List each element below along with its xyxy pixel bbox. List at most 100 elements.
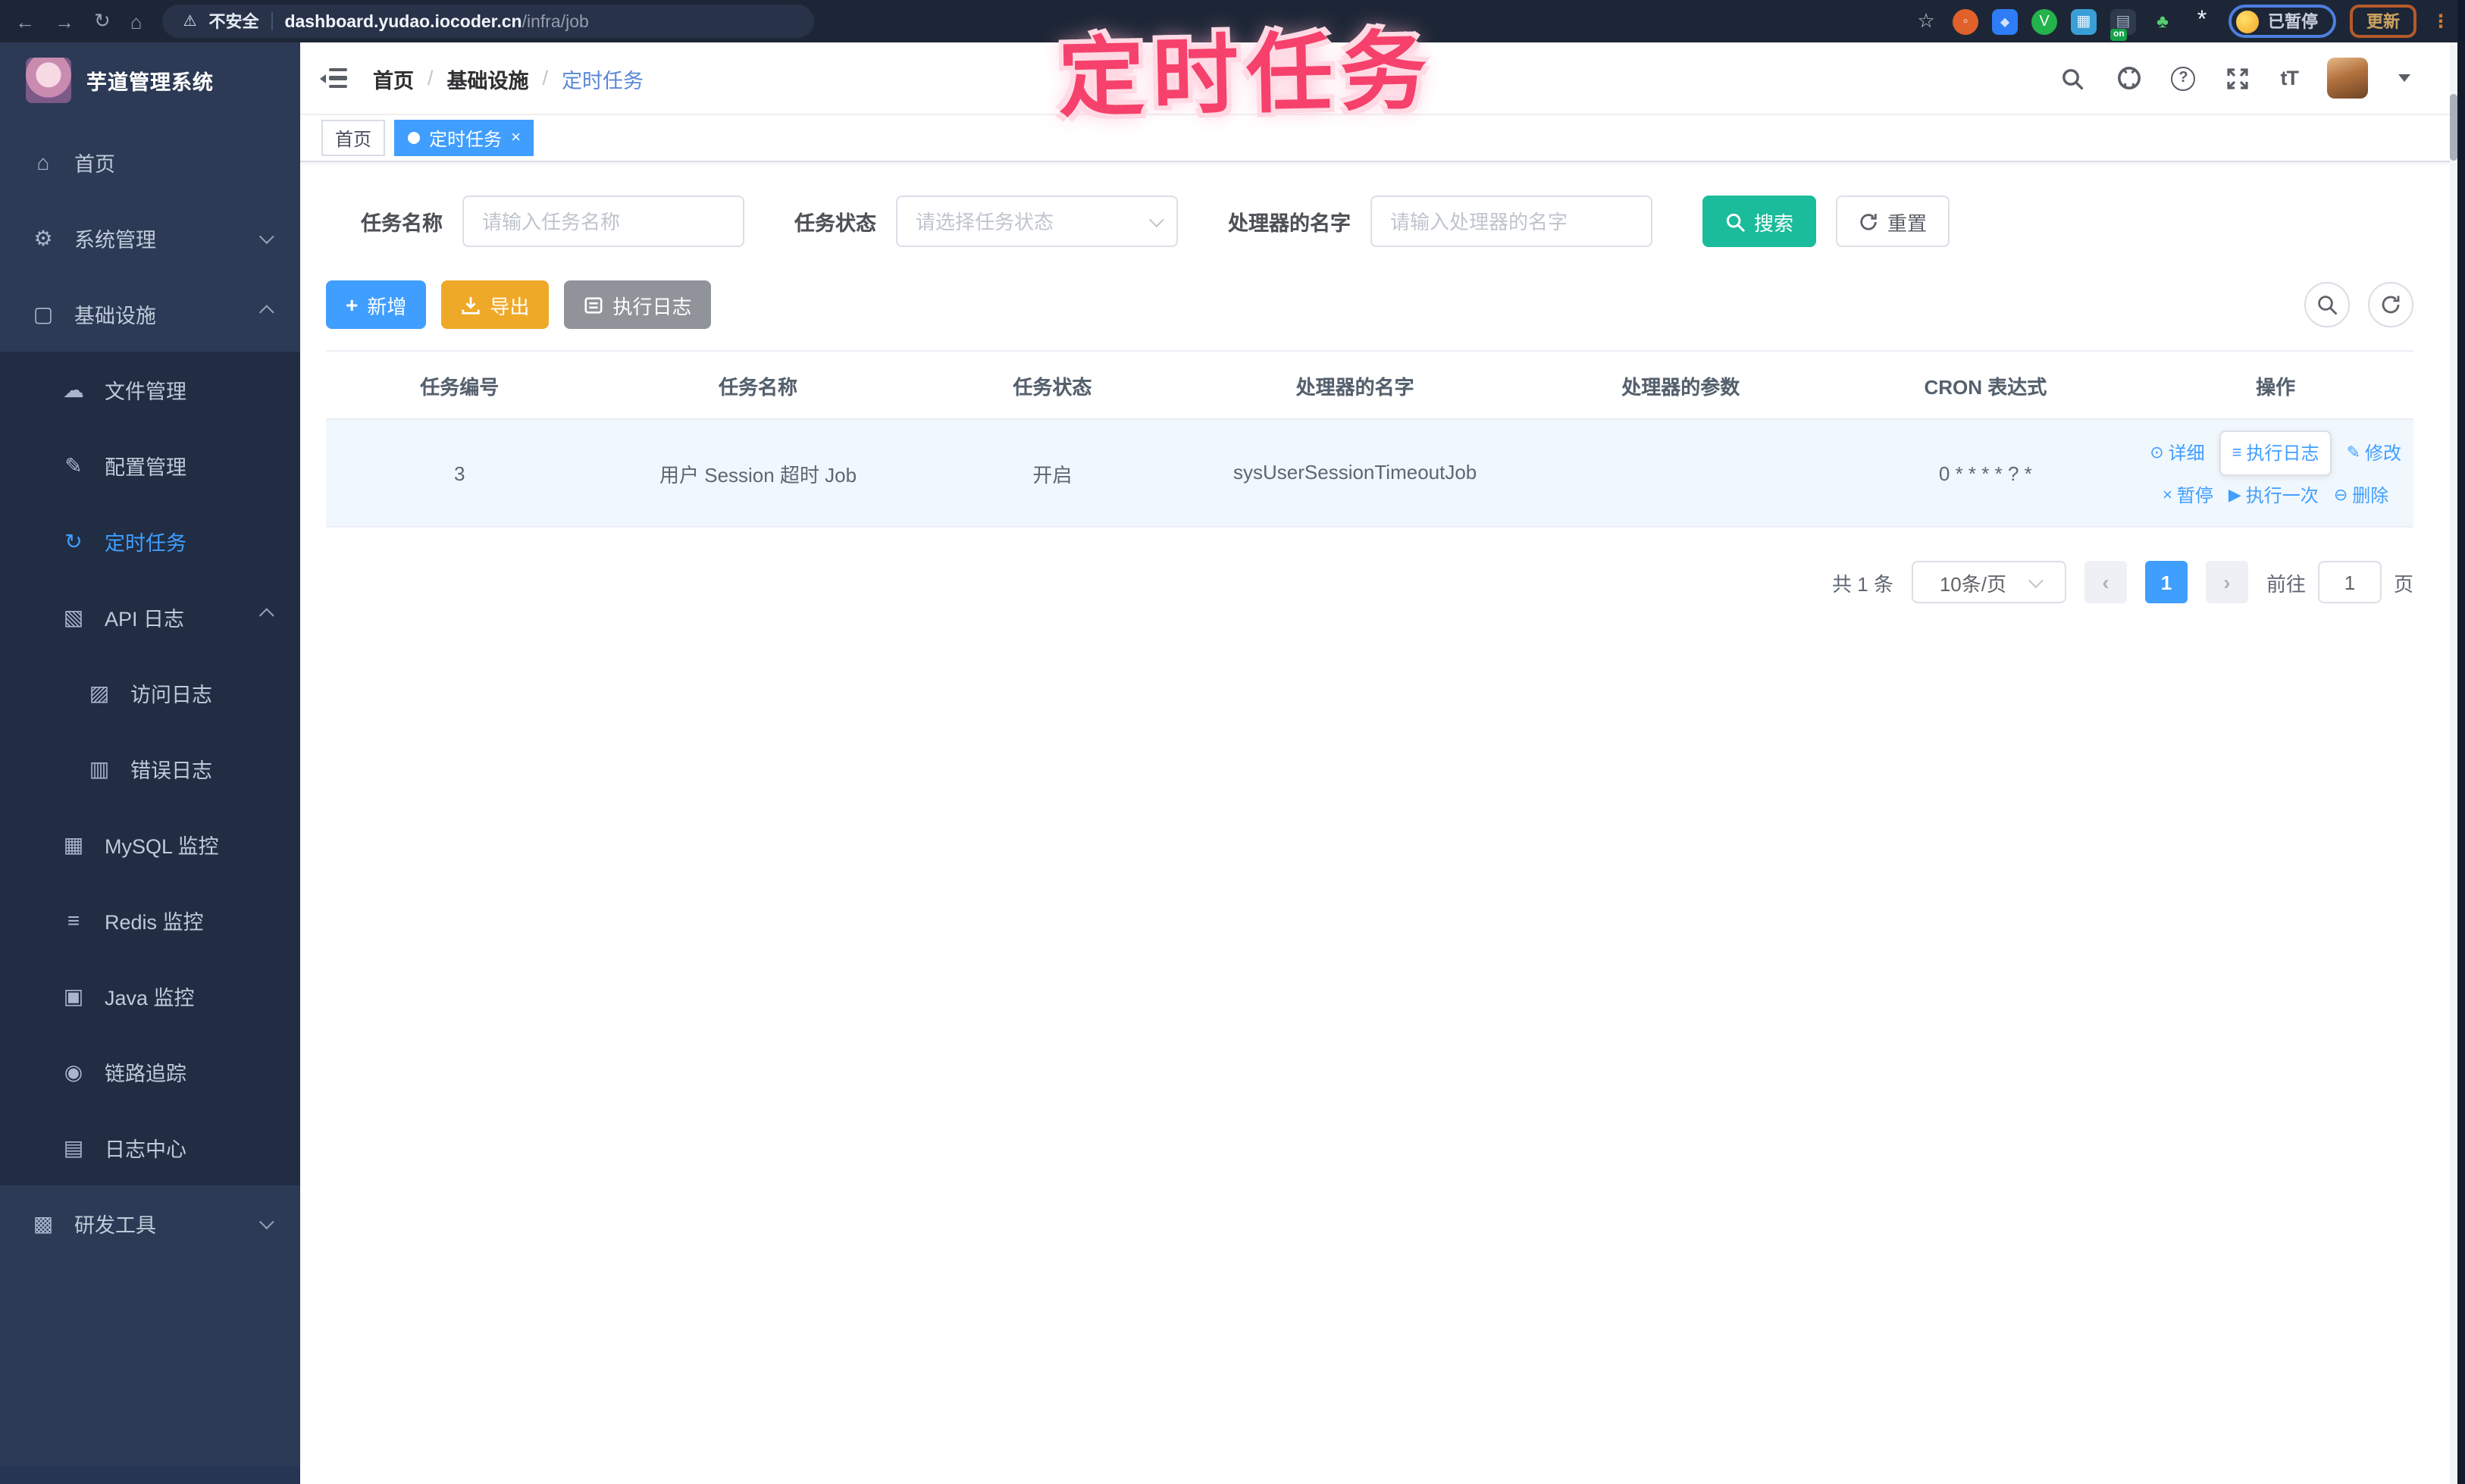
tag-home[interactable]: 首页	[321, 120, 386, 156]
modify-link[interactable]: ✎ 修改	[2347, 434, 2401, 473]
breadcrumb-item[interactable]: 定时任务	[562, 63, 644, 93]
goto-page-input[interactable]	[2317, 561, 2382, 603]
handler-name-input[interactable]	[1390, 210, 1633, 233]
paused-extension-pill[interactable]: 已暂停	[2229, 5, 2336, 38]
sidebar-item-home[interactable]: ⌂ 首页	[0, 124, 300, 200]
sidebar-item-devtool[interactable]: ▩ 研发工具	[0, 1185, 300, 1261]
sidebar-item-label: 首页	[74, 153, 115, 176]
hamburger-icon[interactable]	[320, 68, 347, 88]
ext-green-check-icon[interactable]: V	[2031, 8, 2057, 34]
sidebar-item-java[interactable]: ▣ Java 监控	[0, 958, 300, 1034]
sidebar-item-mysql[interactable]: ▦ MySQL 监控	[0, 806, 300, 882]
sidebar-item-infra[interactable]: ▢ 基础设施	[0, 276, 300, 352]
pause-link[interactable]: × 暂停	[2163, 476, 2213, 515]
page-size-select[interactable]: 10条/页	[1911, 561, 2066, 603]
breadcrumb-item[interactable]: 基础设施	[447, 63, 529, 93]
job-status-select-input[interactable]	[916, 210, 1158, 233]
scrollbar-thumb[interactable]	[2450, 94, 2457, 161]
browser-update-button[interactable]: 更新	[2350, 5, 2416, 38]
sidebar-item-redis[interactable]: ≡ Redis 监控	[0, 882, 300, 958]
sidebar-item-file[interactable]: ☁ 文件管理	[0, 352, 300, 427]
ext-blue-gem-icon[interactable]: ◆	[1992, 8, 2018, 34]
current-page-button[interactable]: 1	[2144, 561, 2188, 603]
prev-page-button[interactable]: ‹	[2084, 561, 2127, 603]
ext-orange-icon[interactable]: ◦	[1953, 8, 1978, 34]
job-log-icon: ≡	[2232, 444, 2242, 462]
export-button[interactable]: 导出	[441, 280, 550, 329]
refresh-button[interactable]	[2368, 282, 2413, 327]
browser-home-icon[interactable]: ⌂	[130, 10, 143, 33]
address-bar[interactable]: ⚠ 不安全 dashboard.yudao.iocoder.cn/infra/j…	[161, 5, 814, 38]
browser-menu-icon[interactable]: ⋮	[2432, 11, 2450, 32]
avatar-caret-icon[interactable]	[2398, 74, 2410, 82]
help-icon[interactable]: ?	[2171, 66, 2196, 90]
cell-job-status: 开启	[1032, 463, 1073, 486]
user-avatar[interactable]	[2327, 58, 2368, 99]
app-title: 芋道管理系统	[86, 71, 214, 94]
sidebar-item-system[interactable]: ⚙ 系统管理	[0, 200, 300, 276]
delete-link[interactable]: ⊖ 删除	[2334, 476, 2388, 515]
job-log-link[interactable]: ≡ 执行日志	[2219, 430, 2332, 476]
sidebar-logo[interactable]: 芋道管理系统	[0, 42, 300, 118]
sidebar-item-trace[interactable]: ◉ 链路追踪	[0, 1034, 300, 1110]
sidebar-item-api-log[interactable]: ▧ API 日志	[0, 579, 300, 655]
search-button[interactable]: 搜索	[1702, 196, 1817, 247]
table-header-row: 任务编号 任务名称 任务状态 处理器的名字 处理器的参数 CRON 表达式 操作	[326, 352, 2413, 420]
sidebar-item-label: 文件管理	[105, 380, 186, 403]
fullscreen-icon[interactable]	[2225, 64, 2252, 92]
security-label[interactable]: 不安全	[208, 9, 258, 33]
github-icon[interactable]	[2116, 64, 2143, 92]
bookmark-star-icon[interactable]: ☆	[1913, 8, 1939, 34]
search-round-icon	[2318, 296, 2338, 315]
actions-line-2: × 暂停 ▶ 执行一次 ⊖ 删除	[2138, 476, 2413, 515]
job-name-input-wrap	[462, 196, 744, 247]
ext-pinwheel-icon[interactable]: *	[2189, 8, 2215, 34]
log-list-icon	[584, 296, 603, 313]
browser-forward-icon[interactable]: →	[55, 10, 74, 33]
error-log-icon: ▥	[89, 756, 110, 780]
detail-link[interactable]: ⊙ 详细	[2150, 434, 2204, 473]
table-row[interactable]: 3 用户 Session 超时 Job 开启 sysUserSessionTim…	[326, 420, 2413, 528]
add-button[interactable]: + 新增	[326, 280, 427, 329]
browser-back-icon[interactable]: ←	[15, 10, 35, 33]
tag-job-active[interactable]: 定时任务 ×	[394, 120, 534, 156]
sidebar-item-config[interactable]: ✎ 配置管理	[0, 427, 300, 503]
url-path[interactable]: /infra/job	[522, 14, 589, 32]
job-log-button[interactable]: 执行日志	[564, 280, 712, 329]
ext-dark-list-icon[interactable]: ▤ on	[2110, 8, 2136, 40]
tag-close-icon[interactable]: ×	[511, 129, 521, 146]
main-area: 首页 / 基础设施 / 定时任务 ? tT 首页 定时任务 × 任务名称 请输入…	[300, 42, 2465, 1484]
font-size-icon[interactable]: tT	[2281, 67, 2299, 89]
browser-extensions: ☆ ◦ ◆ V ▦ ▤ on ♣ *	[1913, 8, 2215, 40]
filter-group-status: 任务状态	[794, 196, 1178, 247]
goto-unit-label: 页	[2393, 572, 2413, 595]
address-divider	[271, 12, 273, 30]
search-icon[interactable]	[2059, 64, 2087, 92]
job-name-input[interactable]	[482, 210, 725, 233]
scrollbar-track[interactable]	[2450, 42, 2457, 1484]
ext-leaf-icon[interactable]: ♣	[2150, 8, 2175, 34]
browser-reload-icon[interactable]: ↻	[94, 9, 111, 33]
total-count: 共 1 条	[1832, 572, 1893, 595]
column-header: 任务编号	[420, 375, 500, 398]
column-header: 任务状态	[1013, 375, 1092, 398]
url-domain[interactable]: dashboard.yudao.iocoder.cn	[284, 14, 522, 32]
reset-button[interactable]: 重置	[1836, 196, 1950, 247]
sidebar-item-error-log[interactable]: ▥ 错误日志	[0, 731, 300, 806]
sidebar-item-log-center[interactable]: ▤ 日志中心	[0, 1110, 300, 1185]
mysql-monitor-icon: ▦	[63, 831, 84, 856]
goto-label: 前往	[2266, 572, 2306, 595]
ext-cube-blue-icon[interactable]: ▦	[2071, 8, 2097, 34]
breadcrumb-item[interactable]: 首页	[373, 63, 414, 93]
hide-search-button[interactable]	[2304, 282, 2350, 327]
job-status-select[interactable]	[896, 196, 1178, 247]
next-page-button[interactable]: ›	[2205, 561, 2248, 603]
sidebar-item-label: 定时任务	[105, 532, 186, 555]
breadcrumb-separator: /	[542, 67, 549, 89]
sidebar-item-job[interactable]: ↻ 定时任务	[0, 503, 300, 579]
job-log-button-label: 执行日志	[612, 295, 692, 318]
page-size-value: 10条/页	[1939, 572, 2006, 595]
sidebar-item-access-log[interactable]: ▨ 访问日志	[0, 655, 300, 731]
log-center-icon: ▤	[63, 1135, 84, 1159]
run-once-link[interactable]: ▶ 执行一次	[2229, 476, 2319, 515]
